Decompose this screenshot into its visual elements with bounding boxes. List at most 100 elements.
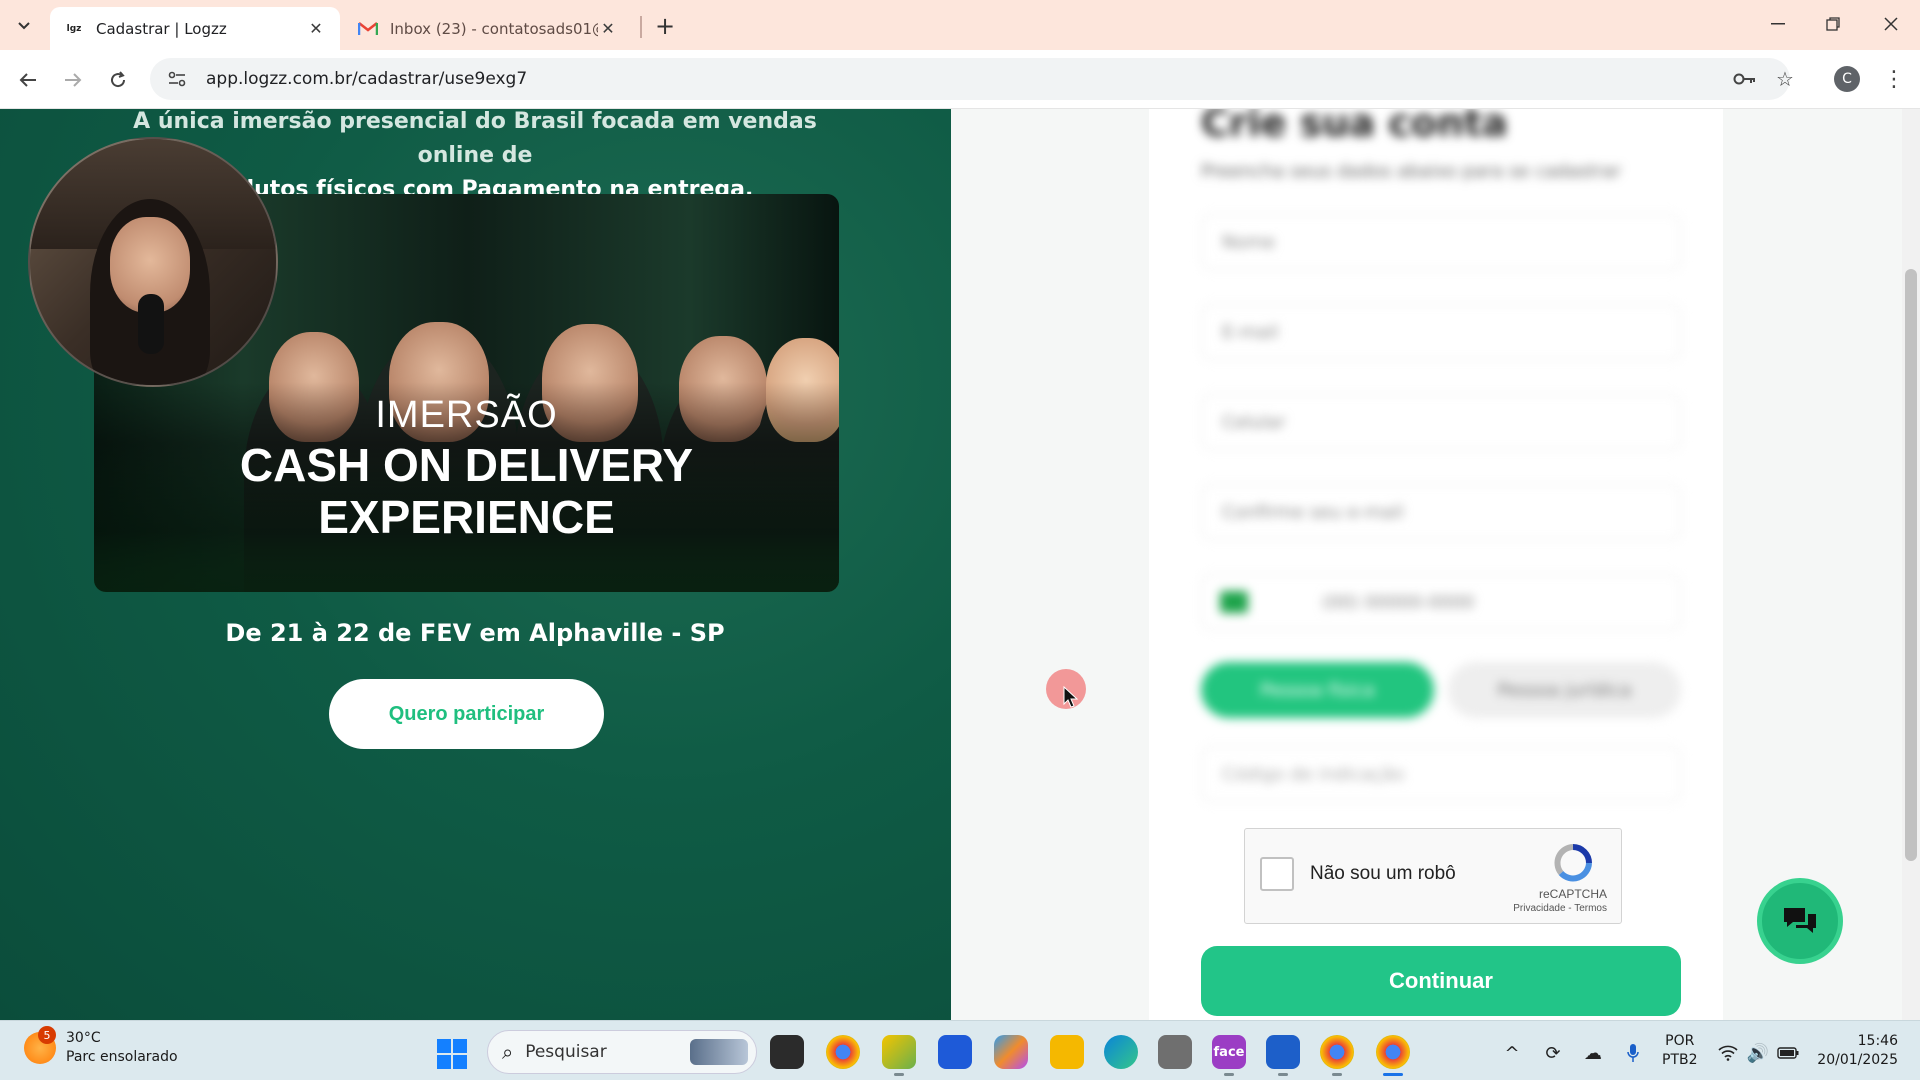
weather-widget[interactable]: 5 30°C Parc ensolarado <box>24 1026 178 1067</box>
app-running-indicator <box>1224 1073 1234 1076</box>
app-running-indicator <box>1278 1073 1288 1076</box>
email-input[interactable]: E-mail <box>1201 304 1681 360</box>
copilot-icon[interactable] <box>994 1035 1028 1069</box>
recaptcha-brand: reCAPTCHA <box>1538 887 1607 901</box>
site-settings-icon[interactable] <box>166 68 188 90</box>
signup-form-card: Crie sua conta Preencha seus dados abaix… <box>1149 109 1723 1020</box>
clock-date: 20/01/2025 <box>1817 1052 1898 1068</box>
language-code: POR <box>1665 1033 1695 1049</box>
web-page: A única imersão presencial do Brasil foc… <box>0 109 1920 1020</box>
menu-kebab-icon[interactable]: ⋮ <box>1880 64 1908 94</box>
browser-tabstrip: lgz Cadastrar | Logzz ✕ Inbox (23) - con… <box>0 0 1920 50</box>
app-running-indicator <box>894 1073 904 1076</box>
person-type-toggle: Pessoa física Pessoa jurídica <box>1201 662 1681 718</box>
microphone-tray-icon[interactable] <box>1619 1039 1647 1067</box>
chrome-profile-icon[interactable] <box>1320 1035 1354 1069</box>
clock-time: 15:46 <box>1857 1033 1898 1049</box>
forward-arrow-icon[interactable] <box>57 64 89 96</box>
promo-panel: A única imersão presencial do Brasil foc… <box>0 109 951 1020</box>
signup-panel: Crie sua conta Preencha seus dados abaix… <box>951 109 1920 1020</box>
battery-icon[interactable] <box>1774 1039 1802 1067</box>
close-tab-icon[interactable]: ✕ <box>598 19 618 39</box>
password-key-icon[interactable] <box>1728 62 1762 96</box>
onedrive-icon[interactable]: ☁ <box>1579 1039 1607 1067</box>
notepad-icon[interactable] <box>1266 1035 1300 1069</box>
banner-headline-line-2: EXPERIENCE <box>318 491 615 543</box>
microphone-icon <box>138 294 164 354</box>
weather-desc: Parc ensolarado <box>66 1049 178 1065</box>
quero-participar-button[interactable]: Quero participar <box>329 679 604 749</box>
back-arrow-icon[interactable] <box>12 64 44 96</box>
language-indicator[interactable]: POR PTB2 <box>1662 1032 1698 1070</box>
edge-icon[interactable] <box>1104 1035 1138 1069</box>
scrollbar-thumb[interactable] <box>1905 269 1917 861</box>
tab-title: Cadastrar | Logzz <box>96 19 227 38</box>
tray-chevron-up-icon[interactable]: ^ <box>1498 1039 1526 1067</box>
task-view-icon[interactable] <box>770 1035 804 1069</box>
gray-app-icon[interactable] <box>1158 1035 1192 1069</box>
tab-separator <box>640 16 642 38</box>
referral-code-input[interactable]: Código de indicação <box>1201 746 1681 802</box>
whatsapp-input[interactable]: (00) 00000-0000 <box>1201 574 1681 630</box>
form-subtitle: Preencha seus dados abaixo para se cadas… <box>1201 161 1621 182</box>
app-running-indicator <box>1332 1073 1342 1076</box>
logzz-favicon-icon: lgz <box>66 23 82 34</box>
tab-gmail-inbox[interactable]: Inbox (23) - contatosads01@gm ✕ <box>344 7 632 50</box>
form-title: Crie sua conta <box>1201 109 1508 145</box>
search-icon: ⌕ <box>502 1040 514 1064</box>
chat-support-button[interactable] <box>1757 878 1843 964</box>
taskbar-search[interactable]: ⌕ Pesquisar <box>487 1030 757 1074</box>
gmail-icon <box>358 21 378 36</box>
recaptcha-links[interactable]: Privacidade - Termos <box>1513 903 1607 914</box>
banner-kicker: IMERSÃO <box>375 394 558 436</box>
recaptcha-checkbox[interactable] <box>1260 857 1294 891</box>
pessoa-fisica-toggle[interactable]: Pessoa física <box>1201 662 1434 718</box>
volume-icon[interactable]: 🔊 <box>1744 1039 1772 1067</box>
banner-headline-line-1: CASH ON DELIVERY <box>239 439 694 491</box>
browser-toolbar: app.logzz.com.br/cadastrar/use9exg7 ☆ C … <box>0 50 1920 109</box>
weather-badge: 5 <box>38 1026 56 1044</box>
continue-button[interactable]: Continuar <box>1201 946 1681 1016</box>
recaptcha-logo-icon <box>1553 843 1593 883</box>
search-placeholder: Pesquisar <box>525 1042 607 1062</box>
restore-icon[interactable] <box>1813 8 1853 40</box>
chrome-icon[interactable] <box>826 1035 860 1069</box>
phone-input[interactable]: Celular <box>1201 394 1681 450</box>
close-window-icon[interactable] <box>1871 8 1911 40</box>
weather-temp: 30°C <box>66 1030 101 1046</box>
microsoft-store-icon[interactable] <box>938 1035 972 1069</box>
weather-sun-icon: 5 <box>24 1026 56 1064</box>
close-tab-icon[interactable]: ✕ <box>306 19 326 39</box>
windows-taskbar: 5 30°C Parc ensolarado ⌕ Pesquisar face … <box>0 1020 1920 1080</box>
facebook-app-icon[interactable]: face <box>1212 1035 1246 1069</box>
new-tab-plus-icon[interactable]: + <box>650 11 680 41</box>
tab-cadastrar-logzz[interactable]: lgz Cadastrar | Logzz ✕ <box>50 7 340 50</box>
url-text: app.logzz.com.br/cadastrar/use9exg7 <box>206 69 528 89</box>
sync-icon[interactable]: ⟳ <box>1539 1039 1567 1067</box>
recaptcha-label: Não sou um robô <box>1310 863 1456 884</box>
name-input[interactable]: Nome <box>1201 214 1681 270</box>
whatsapp-placeholder: (00) 00000-0000 <box>1322 591 1475 613</box>
wifi-icon[interactable] <box>1714 1039 1742 1067</box>
reload-icon[interactable] <box>102 64 134 96</box>
bookmark-star-icon[interactable]: ☆ <box>1768 62 1802 96</box>
bar-app-icon[interactable] <box>882 1035 916 1069</box>
page-scrollbar[interactable] <box>1902 109 1920 1020</box>
address-bar[interactable]: app.logzz.com.br/cadastrar/use9exg7 <box>150 58 1790 100</box>
tab-title: Inbox (23) - contatosads01@gm <box>390 19 598 38</box>
minimize-icon[interactable] <box>1758 8 1798 40</box>
chat-bubbles-icon <box>1784 908 1816 933</box>
tab-search-chevron-icon[interactable] <box>10 12 38 40</box>
profile-avatar[interactable]: C <box>1834 66 1860 92</box>
pessoa-juridica-toggle[interactable]: Pessoa jurídica <box>1448 662 1681 718</box>
file-explorer-icon[interactable] <box>1050 1035 1084 1069</box>
chrome-active-icon[interactable] <box>1376 1035 1410 1069</box>
banner-headline: CASH ON DELIVERY EXPERIENCE <box>94 439 839 543</box>
search-highlight-icon <box>690 1039 748 1065</box>
windows-start-icon[interactable] <box>437 1039 467 1069</box>
recaptcha-widget: Não sou um robô reCAPTCHA Privacidade - … <box>1244 828 1622 924</box>
system-clock[interactable]: 15:46 20/01/2025 <box>1816 1032 1898 1070</box>
country-flag-icon <box>1220 591 1248 613</box>
presenter-webcam-overlay <box>28 137 278 387</box>
confirm-email-input[interactable]: Confirme seu e-mail <box>1201 484 1681 540</box>
